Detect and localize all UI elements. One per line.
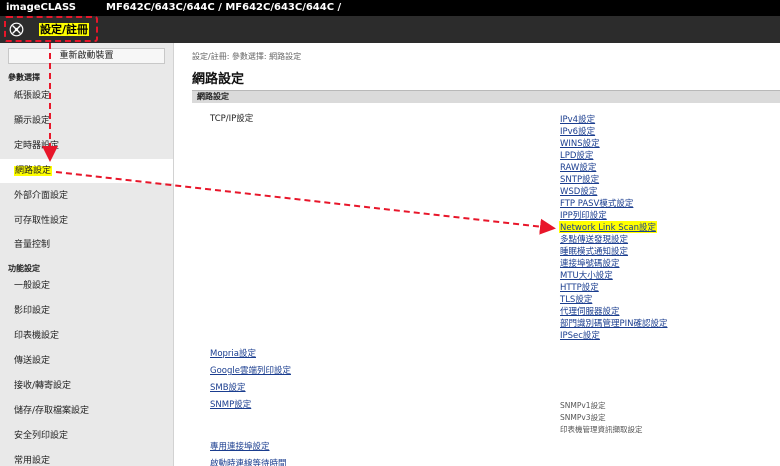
link-snmp[interactable]: SNMP設定 bbox=[210, 398, 251, 410]
sidebar-item-label: 接收/轉寄設定 bbox=[14, 381, 72, 391]
link-department-id-pin[interactable]: 部門識別碼管理PIN確認設定 bbox=[560, 317, 668, 329]
sidebar-item-label: 傳送設定 bbox=[14, 356, 51, 366]
link-raw[interactable]: RAW設定 bbox=[560, 161, 596, 173]
link-ipv6[interactable]: IPv6設定 bbox=[560, 125, 595, 137]
sidebar-item-favorites[interactable]: 常用設定 bbox=[0, 449, 173, 466]
link-ipv4[interactable]: IPv4設定 bbox=[560, 113, 595, 125]
model-name: MF642C/643C/644C / MF642C/643C/644C / bbox=[106, 2, 342, 13]
link-proxy[interactable]: 代理伺服器設定 bbox=[560, 305, 620, 317]
settings-register-label: 設定/註冊 bbox=[39, 23, 90, 36]
sidebar-item-volume[interactable]: 音量控制 bbox=[0, 233, 173, 257]
sidebar-item-secure-print[interactable]: 安全列印設定 bbox=[0, 424, 173, 448]
sidebar-item-label: 顯示設定 bbox=[14, 116, 51, 126]
sidebar-item-external-interface[interactable]: 外部介面設定 bbox=[0, 184, 173, 208]
link-wsd[interactable]: WSD設定 bbox=[560, 185, 597, 197]
page-title: 網路設定 bbox=[192, 72, 245, 87]
section-functions: 功能設定 bbox=[8, 264, 40, 273]
link-multicast-discovery[interactable]: 多點傳送發現設定 bbox=[560, 233, 628, 245]
settings-icon bbox=[9, 22, 24, 37]
sidebar-item-label: 紙張設定 bbox=[14, 91, 51, 101]
printer-mgmt-info-label: 印表機管理資訊擷取設定 bbox=[560, 425, 643, 434]
sidebar-item-printer[interactable]: 印表機設定 bbox=[0, 324, 173, 348]
sidebar-item-label: 音量控制 bbox=[14, 240, 51, 250]
sidebar-item-timer[interactable]: 定時器設定 bbox=[0, 134, 173, 158]
sidebar-item-accessibility[interactable]: 可存取性設定 bbox=[0, 209, 173, 233]
link-network-link-scan[interactable]: Network Link Scan設定 bbox=[559, 221, 657, 233]
link-dedicated-port[interactable]: 專用連接埠設定 bbox=[210, 440, 270, 452]
sidebar-item-store-access[interactable]: 儲存/存取檔案設定 bbox=[0, 399, 173, 423]
sidebar-item-copy[interactable]: 影印設定 bbox=[0, 299, 173, 323]
link-sleep-notification[interactable]: 睡眠模式通知設定 bbox=[560, 245, 628, 257]
sidebar-item-network[interactable]: 網路設定 bbox=[0, 159, 173, 183]
link-sntp[interactable]: SNTP設定 bbox=[560, 173, 599, 185]
sidebar-item-label: 一般設定 bbox=[14, 281, 51, 291]
sidebar-item-label: 常用設定 bbox=[14, 456, 51, 466]
sidebar-item-paper[interactable]: 紙張設定 bbox=[0, 84, 173, 108]
section-header: 網路設定 bbox=[192, 90, 780, 103]
sidebar-item-label: 外部介面設定 bbox=[14, 191, 69, 201]
link-ftp-pasv[interactable]: FTP PASV模式設定 bbox=[560, 197, 633, 209]
link-mtu-size[interactable]: MTU大小設定 bbox=[560, 269, 613, 281]
reboot-device-button[interactable]: 重新啟動裝置 bbox=[8, 48, 165, 64]
tcpip-settings-label: TCP/IP設定 bbox=[210, 114, 254, 124]
sidebar-item-label: 安全列印設定 bbox=[14, 431, 69, 441]
sidebar-item-label: 影印設定 bbox=[14, 306, 51, 316]
link-wins[interactable]: WINS設定 bbox=[560, 137, 600, 149]
snmp-v3-label: SNMPv3設定 bbox=[560, 413, 606, 422]
sidebar-item-send[interactable]: 傳送設定 bbox=[0, 349, 173, 373]
snmp-v1-label: SNMPv1設定 bbox=[560, 401, 606, 410]
sidebar-item-label: 印表機設定 bbox=[14, 331, 60, 341]
link-port-number[interactable]: 連接埠號碼設定 bbox=[560, 257, 620, 269]
settings-register-button[interactable]: 設定/註冊 bbox=[4, 16, 98, 42]
sidebar: 重新啟動裝置 參數選擇 紙張設定 顯示設定 定時器設定 網路設定 外部介面設定 … bbox=[0, 43, 174, 466]
top-bar: imageCLASS MF642C/643C/644C / MF642C/643… bbox=[0, 0, 780, 16]
sidebar-item-display[interactable]: 顯示設定 bbox=[0, 109, 173, 133]
link-lpd[interactable]: LPD設定 bbox=[560, 149, 593, 161]
section-preferences: 參數選擇 bbox=[8, 73, 40, 82]
sidebar-item-label: 網路設定 bbox=[14, 166, 53, 176]
main-content: 設定/註冊: 參數選擇: 網路設定 網路設定 網路設定 TCP/IP設定 IPv… bbox=[174, 43, 780, 466]
sidebar-item-label: 可存取性設定 bbox=[14, 216, 69, 226]
sidebar-item-general[interactable]: 一般設定 bbox=[0, 274, 173, 298]
toolbar: 設定/註冊 bbox=[0, 16, 780, 43]
link-ipsec[interactable]: IPSec設定 bbox=[560, 329, 600, 341]
brand-name: imageCLASS bbox=[6, 2, 76, 13]
link-tls[interactable]: TLS設定 bbox=[560, 293, 592, 305]
sidebar-item-label: 儲存/存取檔案設定 bbox=[14, 406, 90, 416]
sidebar-item-receive-forward[interactable]: 接收/轉寄設定 bbox=[0, 374, 173, 398]
link-ipp[interactable]: IPP列印設定 bbox=[560, 209, 607, 221]
link-http[interactable]: HTTP設定 bbox=[560, 281, 599, 293]
link-startup-wait-time[interactable]: 啟動時連線等待時間 bbox=[210, 457, 287, 466]
link-smb[interactable]: SMB設定 bbox=[210, 381, 246, 393]
link-mopria[interactable]: Mopria設定 bbox=[210, 347, 256, 359]
breadcrumb: 設定/註冊: 參數選擇: 網路設定 bbox=[192, 52, 302, 61]
link-google-cloud-print[interactable]: Google雲端列印設定 bbox=[210, 364, 291, 376]
sidebar-item-label: 定時器設定 bbox=[14, 141, 60, 151]
